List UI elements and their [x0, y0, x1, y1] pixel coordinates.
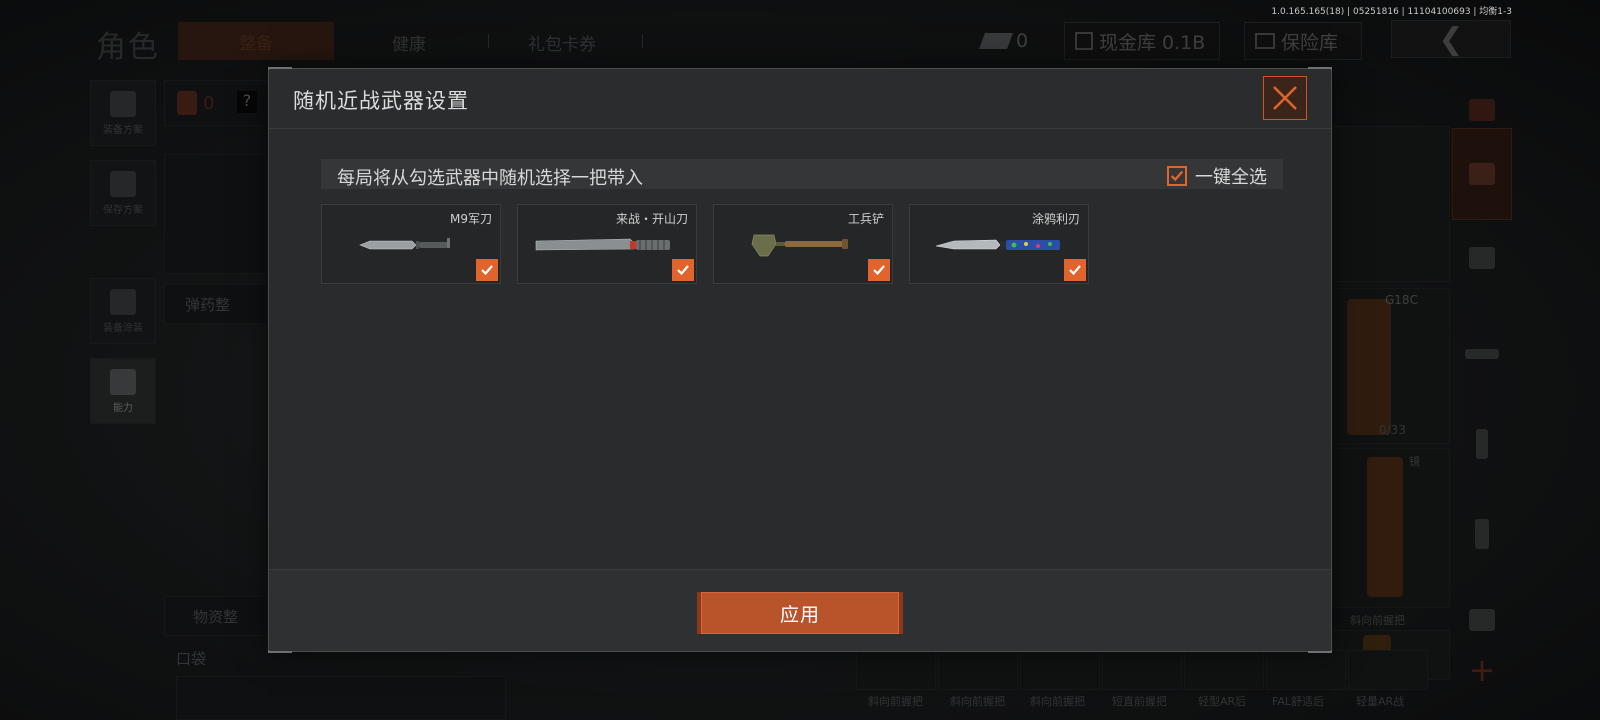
machete-icon [535, 238, 670, 251]
close-button[interactable] [1263, 76, 1307, 120]
graffiti-blade-icon [935, 239, 1060, 250]
weapon-card-shovel[interactable]: 工兵铲 [713, 204, 893, 284]
bayonet-icon [359, 238, 450, 250]
checkmark-icon [873, 265, 885, 276]
apply-button[interactable]: 应用 [697, 592, 903, 634]
weapon-checkbox[interactable] [868, 259, 890, 281]
checkmark-icon [481, 265, 493, 276]
info-text: 每局将从勾选武器中随机选择一把带入 [337, 168, 643, 189]
weapon-name: 工兵铲 [847, 212, 884, 226]
weapon-name: 来战・开山刀 [615, 212, 688, 226]
checkmark-icon [677, 265, 689, 276]
weapon-checkbox[interactable] [1064, 259, 1086, 281]
dialog-footer: 应用 [269, 569, 1331, 651]
weapon-card-machete[interactable]: 来战・开山刀 [517, 204, 697, 284]
info-bar: 每局将从勾选武器中随机选择一把带入 一键全选 [321, 159, 1283, 189]
weapon-checkbox[interactable] [476, 259, 498, 281]
weapon-checkbox[interactable] [672, 259, 694, 281]
screen-root: 1.0.165.165(18) | 05251816 | 11104100693… [0, 0, 1600, 720]
weapon-card-graffiti-blade[interactable]: 涂鸦利刃 [909, 204, 1089, 284]
random-melee-dialog: 随机近战武器设置 每局将从勾选武器中随机选择一把带入 一键全选 M9军刀 来战・… [268, 67, 1332, 653]
select-all-label: 一键全选 [1195, 167, 1267, 188]
select-all-toggle[interactable]: 一键全选 [1167, 163, 1267, 189]
weapon-card-m9[interactable]: M9军刀 [321, 204, 501, 284]
shovel-icon [751, 234, 848, 257]
version-text: 1.0.165.165(18) | 05251816 | 11104100693… [1271, 7, 1512, 17]
weapon-name: 涂鸦利刃 [1031, 212, 1080, 226]
dialog-header: 随机近战武器设置 [269, 69, 1331, 129]
close-icon [1273, 86, 1297, 110]
weapon-name: M9军刀 [450, 212, 492, 226]
dialog-title: 随机近战武器设置 [293, 89, 469, 113]
checkmark-icon [1069, 265, 1081, 276]
checkmark-icon [1170, 170, 1184, 182]
select-all-checkbox[interactable] [1167, 166, 1187, 186]
